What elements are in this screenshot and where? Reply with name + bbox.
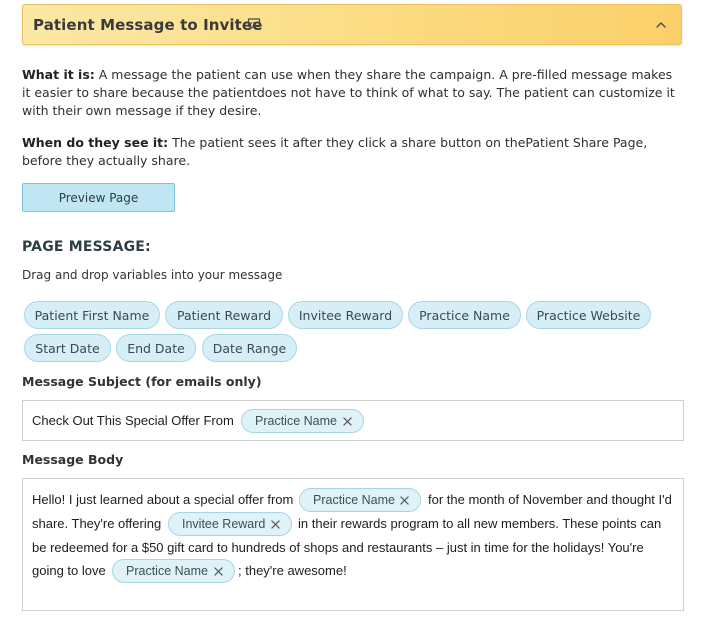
- what-it-is-label: What it is:: [22, 67, 95, 82]
- tag-label: Practice Name: [313, 493, 395, 507]
- message-body-field[interactable]: Hello! I just learned about a special of…: [22, 478, 684, 611]
- subject-text: Check Out This Special Offer From: [32, 413, 234, 428]
- body-text-line3: be redeemed for a $50 gift card to hundr…: [32, 540, 644, 555]
- variable-invitee-reward[interactable]: Invitee Reward: [288, 301, 403, 329]
- body-text-line2a: share. They're offering: [32, 516, 162, 531]
- preview-page-button[interactable]: Preview Page: [22, 183, 175, 212]
- accordion-title: Patient Message to Invitee: [33, 15, 263, 34]
- chevron-up-icon[interactable]: [655, 19, 667, 31]
- tag-label: Practice Name: [255, 414, 337, 428]
- when-see-it-paragraph: When do they see it: The patient sees it…: [22, 134, 682, 170]
- variable-start-date[interactable]: Start Date: [24, 334, 111, 362]
- message-body-label: Message Body: [22, 452, 124, 467]
- remove-tag-icon[interactable]: [400, 496, 409, 505]
- what-it-is-paragraph: What it is: A message the patient can us…: [22, 66, 682, 120]
- variable-practice-name[interactable]: Practice Name: [408, 301, 521, 329]
- accordion-header[interactable]: Patient Message to Invitee: [22, 4, 682, 45]
- body-tag-practice-name-1[interactable]: Practice Name: [299, 488, 421, 512]
- message-icon: [247, 18, 261, 30]
- variable-patient-reward[interactable]: Patient Reward: [165, 301, 283, 329]
- variable-end-date[interactable]: End Date: [116, 334, 196, 362]
- body-tag-invitee-reward[interactable]: Invitee Reward: [168, 512, 292, 536]
- message-subject-label: Message Subject (for emails only): [22, 374, 262, 389]
- body-text-line1a: Hello! I just learned about a special of…: [32, 492, 294, 507]
- body-tag-practice-name-2[interactable]: Practice Name: [112, 559, 235, 583]
- variable-patient-first-name[interactable]: Patient First Name: [24, 301, 160, 329]
- message-subject-field[interactable]: Check Out This Special Offer From Practi…: [22, 400, 684, 441]
- page-message-heading: PAGE MESSAGE:: [22, 239, 151, 255]
- body-text-line2b: in their rewards program to all new memb…: [298, 516, 662, 531]
- remove-tag-icon[interactable]: [214, 567, 223, 576]
- when-see-it-label: When do they see it:: [22, 135, 169, 150]
- what-it-is-text: A message the patient can use when they …: [22, 67, 675, 118]
- variable-date-range[interactable]: Date Range: [202, 334, 297, 362]
- tag-label: Invitee Reward: [182, 517, 266, 531]
- drag-drop-instructions: Drag and drop variables into your messag…: [22, 268, 283, 282]
- tag-label: Practice Name: [126, 564, 208, 578]
- body-text-line4a: going to love: [32, 563, 106, 578]
- body-text-line1b: for the month of November and thought I'…: [428, 492, 672, 507]
- body-text-line4b: ; they're awesome!: [238, 563, 347, 578]
- subject-tag-practice-name[interactable]: Practice Name: [241, 409, 364, 433]
- remove-tag-icon[interactable]: [271, 520, 280, 529]
- variable-practice-website[interactable]: Practice Website: [526, 301, 651, 329]
- remove-tag-icon[interactable]: [343, 417, 352, 426]
